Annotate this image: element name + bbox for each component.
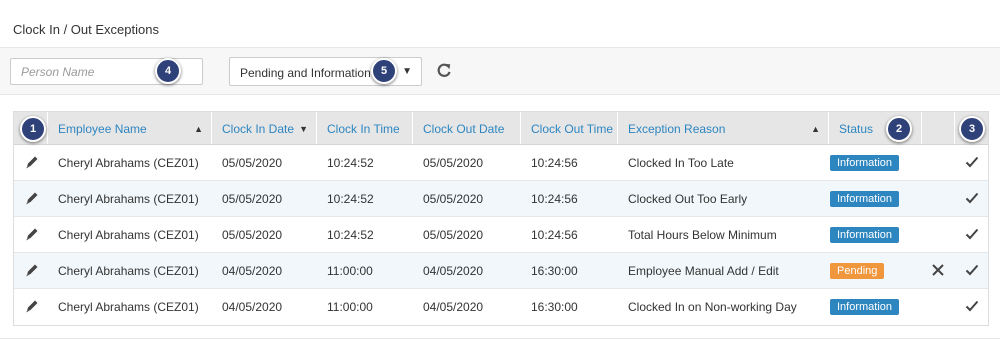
clock-out-date-cell: 04/05/2020 (423, 300, 484, 314)
clock-out-date-cell: 05/05/2020 (423, 228, 484, 242)
column-header-label: Exception Reason (628, 122, 726, 136)
column-header-label: Employee Name (58, 122, 147, 136)
status-badge: Information (830, 155, 900, 171)
column-header-clock-in-date[interactable]: Clock In Date ▼ (212, 112, 317, 144)
column-header-label: Clock Out Time (531, 122, 614, 136)
clock-out-time-cell: 10:24:56 (531, 228, 578, 242)
page-title: Clock In / Out Exceptions (13, 22, 159, 37)
sort-ascending-icon[interactable]: ▲ (811, 112, 820, 146)
exception-reason-cell: Clocked In Too Late (628, 156, 734, 170)
column-header-clock-out-date[interactable]: Clock Out Date (413, 112, 521, 144)
employee-name-cell: Cheryl Abrahams (CEZ01) (58, 300, 199, 314)
employee-name-cell: Cheryl Abrahams (CEZ01) (58, 264, 199, 278)
employee-name-cell: Cheryl Abrahams (CEZ01) (58, 228, 199, 242)
clock-out-time-cell: 10:24:56 (531, 156, 578, 170)
edit-pencil-icon[interactable] (24, 190, 40, 206)
column-header-exception-reason[interactable]: Exception Reason ▲ (618, 112, 829, 144)
clock-out-date-cell: 05/05/2020 (423, 156, 484, 170)
reject-x-icon[interactable] (931, 263, 945, 277)
refresh-icon[interactable] (435, 61, 453, 81)
approve-check-icon[interactable] (964, 298, 980, 314)
callout-badge-2: 2 (886, 116, 912, 142)
callout-badge-4: 4 (155, 58, 181, 84)
sort-ascending-icon[interactable]: ▲ (194, 112, 203, 146)
exception-reason-cell: Clocked Out Too Early (628, 192, 748, 206)
clock-in-time-cell: 11:00:00 (327, 300, 373, 314)
clock-in-time-cell: 11:00:00 (327, 264, 373, 278)
clock-in-date-cell: 05/05/2020 (222, 228, 283, 242)
table-row: Cheryl Abrahams (CEZ01) 05/05/2020 10:24… (14, 217, 988, 253)
callout-badge-1: 1 (20, 116, 46, 142)
status-badge: Information (830, 227, 900, 243)
approve-check-icon[interactable] (964, 262, 980, 278)
column-header-label: Clock Out Date (423, 122, 505, 136)
clock-out-time-cell: 10:24:56 (531, 192, 578, 206)
clock-out-time-cell: 16:30:00 (531, 300, 578, 314)
clock-out-date-cell: 05/05/2020 (423, 192, 484, 206)
divider (0, 338, 1000, 339)
column-header-clock-in-time[interactable]: Clock In Time (317, 112, 413, 144)
column-header-clock-out-time[interactable]: Clock Out Time (521, 112, 618, 144)
exception-reason-cell: Employee Manual Add / Edit (628, 264, 779, 278)
clock-in-date-cell: 04/05/2020 (222, 300, 283, 314)
clock-in-date-cell: 04/05/2020 (222, 264, 283, 278)
approve-check-icon[interactable] (964, 226, 980, 242)
edit-pencil-icon[interactable] (24, 298, 40, 314)
status-badge: Information (830, 191, 900, 207)
status-badge: Information (830, 299, 900, 315)
exception-reason-cell: Clocked In on Non-working Day (628, 300, 797, 314)
clock-out-date-cell: 04/05/2020 (423, 264, 484, 278)
dropdown-caret-icon: ▼ (402, 66, 412, 77)
status-filter-value: Pending and Information (240, 66, 371, 80)
clock-out-time-cell: 16:30:00 (531, 264, 578, 278)
table-row: Cheryl Abrahams (CEZ01) 05/05/2020 10:24… (14, 145, 988, 181)
callout-badge-5: 5 (371, 58, 397, 84)
clock-in-date-cell: 05/05/2020 (222, 192, 283, 206)
edit-pencil-icon[interactable] (24, 262, 40, 278)
table-row: Cheryl Abrahams (CEZ01) 04/05/2020 11:00… (14, 253, 988, 289)
exceptions-table: Employee Name ▲ Clock In Date ▼ Clock In… (13, 111, 989, 326)
column-header-employee-name[interactable]: Employee Name ▲ (48, 112, 212, 144)
edit-pencil-icon[interactable] (24, 226, 40, 242)
table-body: Cheryl Abrahams (CEZ01) 05/05/2020 10:24… (14, 145, 988, 325)
sort-descending-icon[interactable]: ▼ (299, 112, 308, 146)
column-header-label: Clock In Time (327, 122, 400, 136)
column-reject-header (922, 112, 955, 144)
employee-name-cell: Cheryl Abrahams (CEZ01) (58, 156, 199, 170)
employee-name-cell: Cheryl Abrahams (CEZ01) (58, 192, 199, 206)
column-header-label: Clock In Date (222, 122, 295, 136)
clock-in-date-cell: 05/05/2020 (222, 156, 283, 170)
clock-in-time-cell: 10:24:52 (327, 156, 374, 170)
callout-badge-3: 3 (959, 116, 985, 142)
clock-in-time-cell: 10:24:52 (327, 192, 374, 206)
exception-reason-cell: Total Hours Below Minimum (628, 228, 777, 242)
status-badge: Pending (830, 263, 885, 279)
filter-toolbar: Pending and Information ▼ (0, 47, 1000, 95)
clock-in-time-cell: 10:24:52 (327, 228, 374, 242)
table-row: Cheryl Abrahams (CEZ01) 04/05/2020 11:00… (14, 289, 988, 325)
column-header-label: Status (839, 122, 874, 136)
table-row: Cheryl Abrahams (CEZ01) 05/05/2020 10:24… (14, 181, 988, 217)
approve-check-icon[interactable] (964, 190, 980, 206)
edit-pencil-icon[interactable] (24, 154, 40, 170)
table-header: Employee Name ▲ Clock In Date ▼ Clock In… (14, 112, 988, 145)
approve-check-icon[interactable] (964, 154, 980, 170)
